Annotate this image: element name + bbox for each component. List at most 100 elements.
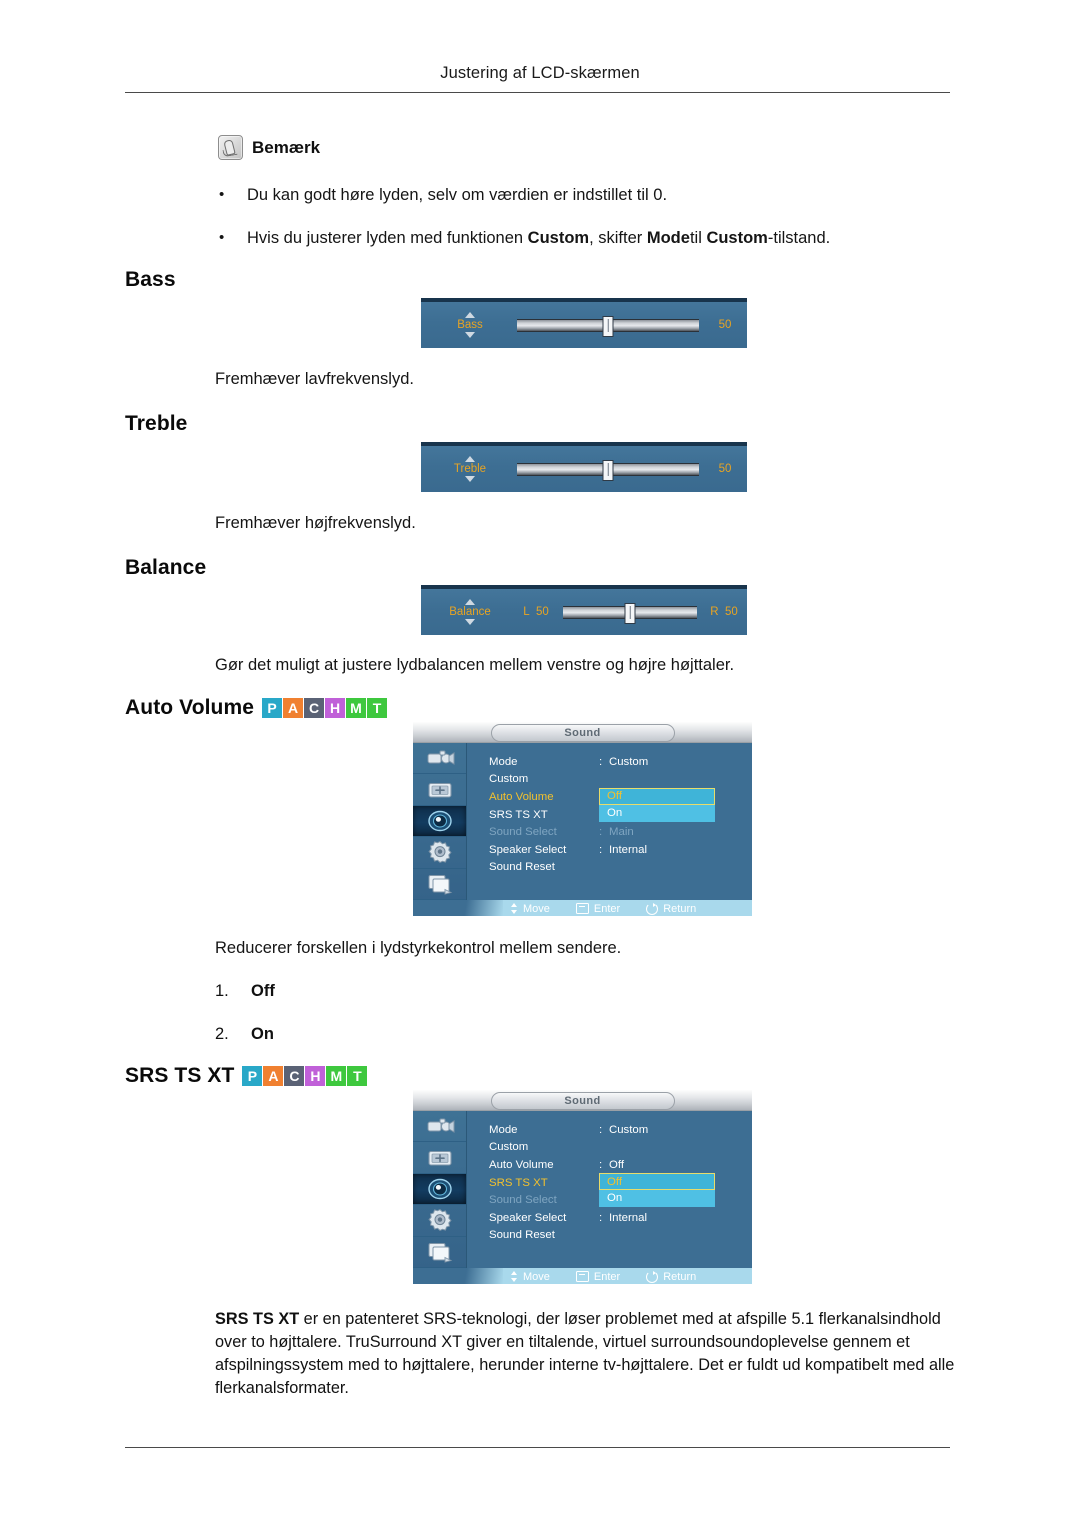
list-number: 1. [215, 982, 229, 1000]
list-item: 1. Off [215, 982, 275, 1001]
slider-handle[interactable] [624, 602, 636, 624]
osd-hint-enter: Enter [575, 903, 620, 915]
osd-dropdown[interactable]: Off On [599, 787, 715, 822]
osd-rail-sound-speaker-icon[interactable] [413, 1173, 466, 1206]
setup-gear-icon [427, 840, 453, 864]
return-icon [646, 902, 659, 915]
heading-text: Bass [125, 268, 176, 291]
osd-menu-auto-volume[interactable]: Sound Mode: Custom Custom Auto Volume: SRS T… [413, 722, 752, 916]
osd-row[interactable]: Mode: Custom [489, 753, 752, 771]
slider-handle[interactable] [602, 459, 614, 481]
osd-row[interactable]: Mode: Custom [489, 1121, 752, 1139]
osd-row-value: : Custom [599, 756, 648, 768]
caption-treble: Fremhæver højfrekvenslyd. [215, 514, 416, 532]
osd-rail-setup-gear-icon[interactable] [413, 1205, 466, 1237]
note-label: Bemærk [252, 137, 321, 157]
badge-c: C [284, 1066, 305, 1086]
osd-hint-label: Move [523, 902, 550, 915]
osd-dropdown[interactable]: Off On [599, 1173, 715, 1208]
slider-track[interactable] [517, 459, 699, 481]
slider-track[interactable] [563, 602, 697, 624]
osd-row-value-text: Custom [609, 755, 649, 768]
slider-track[interactable] [517, 315, 699, 337]
slider-label: Balance [449, 605, 491, 618]
arrow-up-icon[interactable] [465, 311, 475, 318]
osd-hint-move: Move [509, 1271, 550, 1283]
osd-footer-hints: Move Enter Return [413, 1268, 752, 1284]
caption-bass: Fremhæver lavfrekvenslyd. [215, 370, 414, 388]
osd-menu-list: Mode: Custom Custom Auto Volume: Off SRS TS X… [467, 1111, 752, 1268]
osd-row[interactable]: Speaker Select: Internal [489, 841, 752, 859]
osd-hint-label: Return [663, 902, 697, 915]
badge-p: P [242, 1066, 263, 1086]
osd-hint-return: Return [646, 902, 697, 915]
slider-handle[interactable] [602, 315, 614, 337]
slider-label-group: Bass [427, 311, 513, 339]
heading-text: SRS TS XT [125, 1064, 235, 1087]
osd-slider-balance[interactable]: Balance L 50 R 50 [421, 585, 747, 635]
badge-p: P [262, 698, 283, 718]
header-rule [125, 92, 950, 93]
osd-dropdown-option-selected[interactable]: Off [599, 1173, 715, 1191]
osd-row[interactable]: Speaker Select: Internal [489, 1209, 752, 1227]
list-label: Off [251, 982, 275, 1000]
osd-rail-picture-icon[interactable] [413, 774, 466, 806]
osd-rail-sound-speaker-icon[interactable] [413, 805, 466, 838]
footer-rule [125, 1447, 950, 1448]
osd-hint-enter: Enter [575, 1270, 621, 1283]
osd-row[interactable]: Sound Reset [489, 859, 752, 877]
balance-right-readout: R 50 [710, 606, 738, 618]
arrow-down-icon[interactable] [465, 619, 475, 626]
bullet-marker: • [219, 229, 225, 246]
osd-rail-picture-icon[interactable] [413, 1142, 466, 1174]
osd-row-label: Auto Volume [489, 790, 554, 803]
bullet-text: Du kan godt høre lyden, selv om værdien … [247, 186, 668, 204]
heading-text: Treble [125, 412, 188, 435]
osd-row[interactable]: Sound Reset [489, 1227, 752, 1245]
osd-rail-multi-display-icon[interactable] [413, 1237, 466, 1269]
osd-menu-srs-ts-xt[interactable]: Sound Mode: Custom Custom Auto Volume: Off SR… [413, 1090, 752, 1284]
osd-icon-rail[interactable] [413, 743, 467, 901]
arrow-down-icon[interactable] [465, 332, 475, 339]
osd-title-text: Sound [564, 1095, 601, 1107]
osd-icon-rail[interactable] [413, 1111, 467, 1269]
osd-dropdown-option[interactable]: On [599, 804, 715, 822]
osd-rail-multi-display-icon[interactable] [413, 869, 466, 901]
osd-slider-bass[interactable]: Bass 50 [421, 298, 747, 348]
osd-hint-label: Return [663, 1270, 697, 1283]
osd-hint-return: Return [646, 1270, 697, 1283]
osd-row-value-text: Internal [609, 1211, 647, 1224]
caption-auto-volume: Reducerer forskellen i lydstyrkekontrol … [215, 939, 622, 957]
slider-value: 50 [718, 463, 732, 475]
osd-rail-input-source-icon[interactable] [413, 1111, 466, 1143]
osd-dropdown-option[interactable]: On [599, 1190, 715, 1208]
osd-row-label: Custom [489, 1141, 529, 1154]
osd-row[interactable]: Custom [489, 771, 752, 789]
osd-row[interactable]: Sound Select: Main [489, 823, 752, 841]
osd-title-pill: Sound [490, 1092, 675, 1110]
list-label: On [251, 1025, 274, 1043]
arrow-up-icon[interactable] [465, 455, 475, 462]
move-updown-icon [509, 903, 518, 914]
osd-slider-treble[interactable]: Treble 50 [421, 442, 747, 492]
arrow-up-icon[interactable] [465, 598, 475, 605]
paragraph-body: er en patenteret SRS-teknologi, der løse… [215, 1310, 955, 1398]
paragraph-lead-bold: SRS TS XT [215, 1310, 300, 1328]
osd-row[interactable]: Custom [489, 1139, 752, 1157]
running-header-title: Justering af LCD-skærmen [440, 64, 640, 82]
osd-rail-input-source-icon[interactable] [413, 743, 466, 775]
slider-label-group: Treble [427, 455, 513, 483]
osd-dropdown-option-selected[interactable]: Off [599, 787, 715, 805]
osd-row-value-text: Off [609, 1158, 624, 1171]
manual-page: Justering af LCD-skærmen Bemærk • Du kan… [0, 0, 1080, 1527]
osd-row-label: Speaker Select [489, 1211, 567, 1224]
osd-menu-list: Mode: Custom Custom Auto Volume: SRS TS XT: S… [467, 743, 752, 900]
osd-hint-label: Enter [593, 1270, 621, 1283]
osd-row[interactable]: Auto Volume: Off [489, 1156, 752, 1174]
balance-left-readout: L 50 [523, 606, 549, 618]
bullet-text: Hvis du justerer lyden med funktionen Cu… [247, 229, 831, 247]
osd-rail-setup-gear-icon[interactable] [413, 837, 466, 869]
sound-speaker-icon [425, 810, 455, 832]
note-heading: Bemærk [218, 135, 320, 160]
arrow-down-icon[interactable] [465, 476, 475, 483]
